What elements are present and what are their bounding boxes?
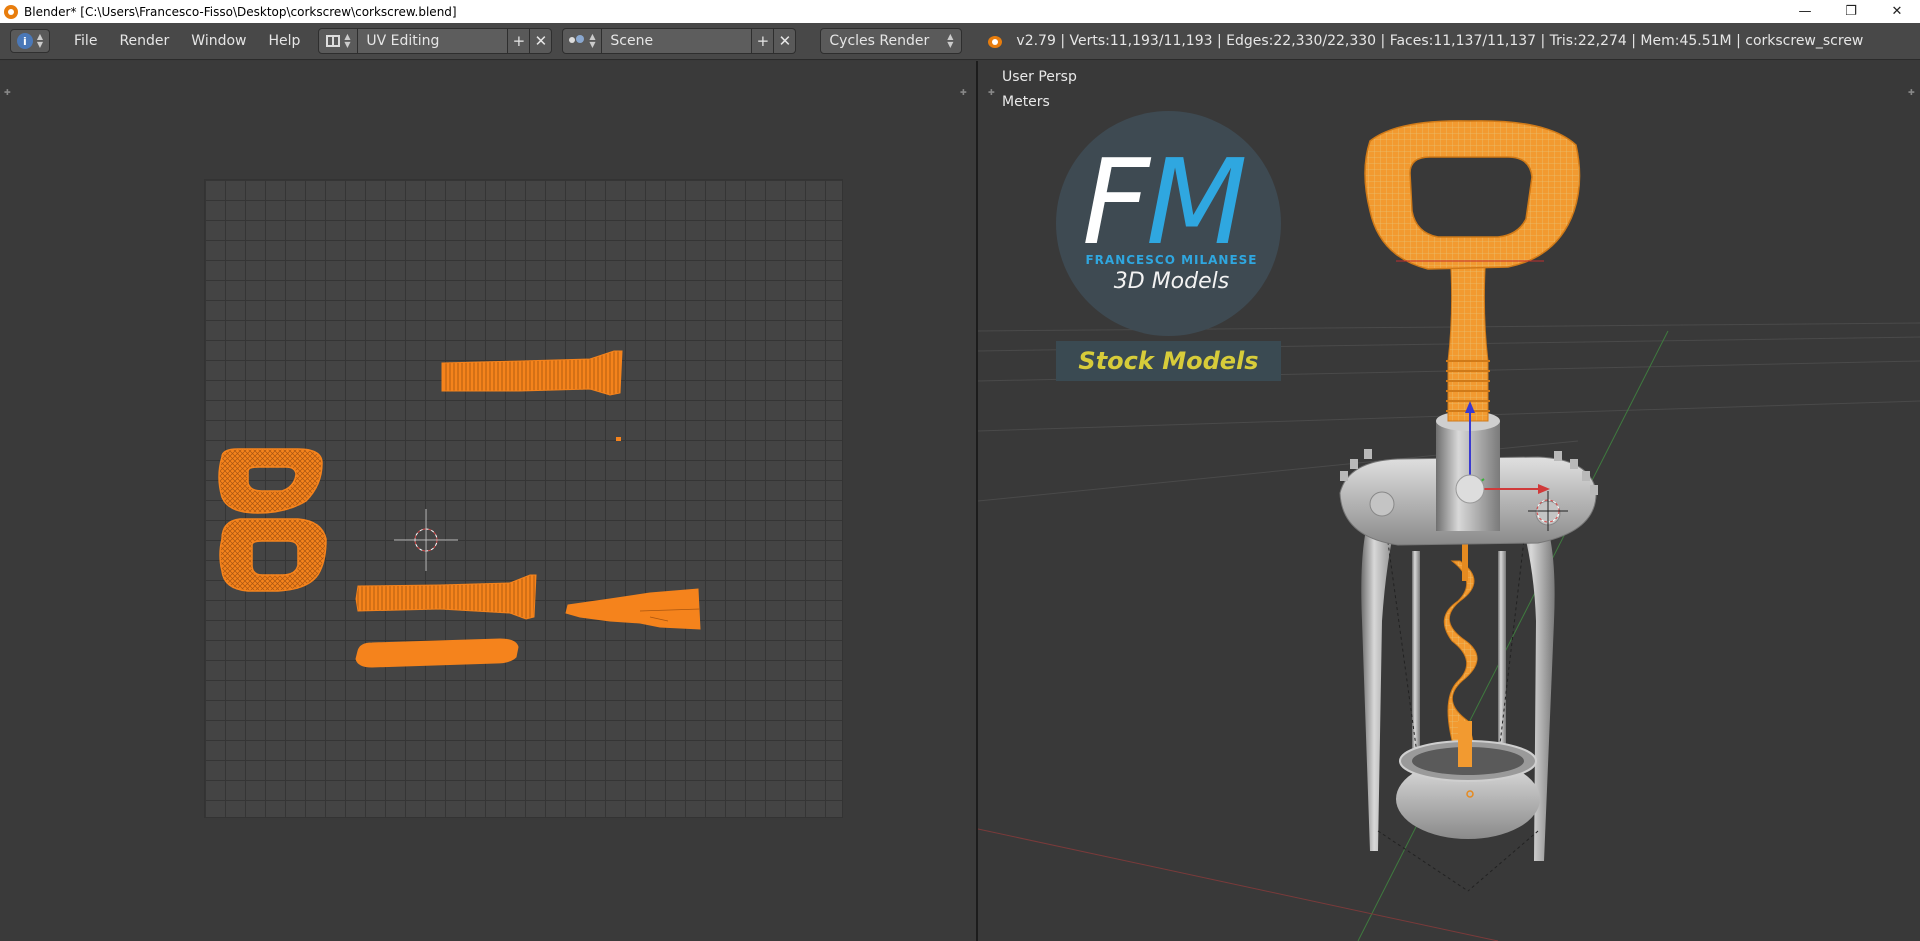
minimize-button[interactable]: — [1782,0,1828,23]
uv-island-stem-bottom [355,574,537,620]
editor-type-button[interactable]: i ▲ ▼ [10,29,50,53]
scene-name-field[interactable]: Scene [602,28,753,54]
watermark-logo-letters: FM [1082,133,1248,271]
updown-arrows-icon: ▲ ▼ [36,32,44,49]
watermark-subtitle: 3D Models [1113,269,1230,294]
scene-selector: ▲ ▼ Scene + ✕ [562,28,797,54]
window-controls: — ❐ ✕ [1782,0,1920,23]
remove-layout-button[interactable]: ✕ [530,28,553,54]
uv-island-ring-top [218,448,323,514]
close-button[interactable]: ✕ [1874,0,1920,23]
y-axis-line [1357,330,1669,941]
screen-layout-browse-button[interactable]: ▲ ▼ [318,28,359,54]
uv-2d-cursor [394,509,458,571]
3d-viewport[interactable]: ✚ ✚ User Persp Meters FM FRANCESCO MILAN… [978,61,1920,941]
screen-layout-name-field[interactable]: UV Editing [358,28,509,54]
info-header: i ▲ ▼ File Render Window Help ▲ ▼ UV Editi… [0,23,1920,60]
gear-pivot-left [1369,491,1395,517]
updown-arrows-icon: ▲ ▼ [344,32,351,49]
corkscrew-handle-loop [1364,120,1581,270]
blender-logo-icon [986,32,1004,50]
menu-window[interactable]: Window [181,33,258,49]
window-title: Blender* [C:\Users\Francesco-Fisso\Deskt… [24,4,457,19]
watermark-author-name: FRANCESCO MILANESE [1085,253,1258,267]
menu-render[interactable]: Render [109,33,181,49]
uv-island-dot [616,437,621,441]
uv-island-cone [565,588,701,630]
corkscrew-left-arm [1361,501,1398,851]
corkscrew-handle-neck [1447,250,1489,422]
render-engine-label: Cycles Render [829,33,930,49]
uv-island-stem-top [441,350,623,396]
menu-file[interactable]: File [64,33,109,49]
scene-icon [569,35,585,47]
updown-arrows-icon: ▲ ▼ [589,32,596,49]
info-icon: i [16,33,33,49]
restore-button[interactable]: ❐ [1828,0,1874,23]
add-scene-button[interactable]: + [752,28,775,54]
menu-help[interactable]: Help [258,33,312,49]
remove-scene-button[interactable]: ✕ [774,28,797,54]
x-axis-line [978,828,1499,941]
screen-layout-selector: ▲ ▼ UV Editing + ✕ [318,28,553,54]
add-layout-button[interactable]: + [508,28,531,54]
updown-arrows-icon: ▲ ▼ [947,32,954,49]
title-bar: Blender* [C:\Users\Francesco-Fisso\Deskt… [0,0,1920,23]
scene-statistics: v2.79 | Verts:11,193/11,193 | Edges:22,3… [1016,33,1864,49]
screen-layout-icon [326,35,341,47]
uv-image-editor[interactable]: ✚ ✚ [0,61,976,941]
blender-app-icon [4,4,18,19]
uv-island-ring-bottom [219,518,327,592]
render-engine-select[interactable]: Cycles Render ▲ ▼ [820,28,963,54]
scene-browse-button[interactable]: ▲ ▼ [562,28,603,54]
uv-island-strip [355,638,519,668]
main-menu: File Render Window Help [64,33,312,49]
uv-islands[interactable] [0,61,976,941]
watermark-stock-label: Stock Models [1056,341,1281,381]
